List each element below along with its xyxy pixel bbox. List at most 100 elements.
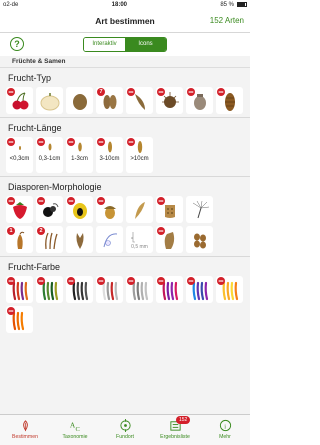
spiny-seed-option[interactable] xyxy=(66,226,93,253)
info-badge[interactable]: oo xyxy=(67,197,75,205)
acorn-option[interactable]: oo xyxy=(96,196,123,223)
info-badge[interactable]: oo xyxy=(7,138,15,146)
info-badge[interactable]: oo xyxy=(157,227,165,235)
info-badge[interactable]: 2 xyxy=(37,227,45,235)
color-option-mixed[interactable]: oo xyxy=(186,276,213,303)
help-button[interactable]: ? xyxy=(10,37,24,51)
scale-label: 0,5 mm xyxy=(131,243,148,250)
color-option-purple[interactable]: oo xyxy=(156,276,183,303)
arillus-option[interactable]: oo xyxy=(66,196,93,223)
status-bar: o2-de 18:00 85 % xyxy=(0,0,250,9)
pappus-icon xyxy=(192,200,209,218)
seed-size-icon xyxy=(77,142,82,152)
leaf-icon xyxy=(22,420,28,432)
nut-icon xyxy=(72,93,87,110)
tab-mehr[interactable]: i Mehr xyxy=(200,415,250,445)
section-frucht-farbe: Frucht-Farbe oo oo oo oo oo oo oo oo oo xyxy=(0,257,250,333)
pumpkin-option[interactable] xyxy=(36,87,63,114)
tab-label: Taxonomie xyxy=(62,434,88,440)
color-option-gray[interactable]: oo xyxy=(126,276,153,303)
info-badge[interactable]: oo xyxy=(67,138,75,146)
section-title: Frucht-Länge xyxy=(8,123,62,133)
capsule-option[interactable]: oo xyxy=(186,87,213,114)
color-option-brown[interactable]: oo xyxy=(6,306,33,333)
result-count-badge: 152 xyxy=(176,416,191,424)
info-badge[interactable]: oo xyxy=(37,277,45,285)
awned-seed-option[interactable]: 2 xyxy=(36,226,63,253)
taxonomy-icon: AC xyxy=(69,420,79,432)
mode-segmented-control: Interaktiv Icons xyxy=(83,36,167,52)
info-badge[interactable]: oo xyxy=(7,307,15,315)
length-option-2[interactable]: oo 0,3-1cm xyxy=(36,137,63,173)
species-count-button[interactable]: 152 Arten xyxy=(210,16,244,25)
cone-option[interactable]: oo xyxy=(216,87,243,114)
info-badge[interactable]: oo xyxy=(157,277,165,285)
status-right: 85 % xyxy=(220,2,247,8)
tab-fundort[interactable]: Fundort xyxy=(100,415,150,445)
seed-group-icon xyxy=(193,233,206,248)
section-title: Frucht-Typ xyxy=(8,73,52,83)
tab-taxonomie[interactable]: AC Taxonomie xyxy=(50,415,100,445)
info-badge[interactable]: oo xyxy=(67,277,75,285)
info-badge[interactable]: oo xyxy=(217,88,225,96)
seed-size-icon xyxy=(48,143,51,151)
info-badge[interactable]: oo xyxy=(217,277,225,285)
strawberry-option[interactable]: oo xyxy=(6,196,33,223)
tiny-seed-option[interactable] xyxy=(96,226,123,253)
svg-text:C: C xyxy=(75,426,79,432)
info-badge[interactable]: oo xyxy=(7,197,15,205)
section-title: Diasporen-Morphologie xyxy=(8,182,102,192)
nut-option[interactable] xyxy=(66,87,93,114)
flat-seed-option[interactable]: oo xyxy=(156,226,183,253)
tab-bestimmen[interactable]: Bestimmen xyxy=(0,415,50,445)
seed-group-option[interactable] xyxy=(186,226,213,253)
burr-option[interactable]: oo xyxy=(156,87,183,114)
info-badge[interactable]: oo xyxy=(187,88,195,96)
color-option-red[interactable]: oo xyxy=(6,276,33,303)
info-badge[interactable]: oo xyxy=(97,197,105,205)
info-badge[interactable]: oo xyxy=(37,197,45,205)
capsule-seeds-option[interactable]: oo xyxy=(156,196,183,223)
info-badge[interactable]: 1 xyxy=(7,227,15,235)
tab-bar: Bestimmen AC Taxonomie Fundort 152 Ergeb… xyxy=(0,414,250,445)
info-badge[interactable]: oo xyxy=(97,277,105,285)
segment-icons[interactable]: Icons xyxy=(125,37,166,51)
winged-seed-option[interactable] xyxy=(126,196,153,223)
dust-seed-option[interactable]: 0,5 mm xyxy=(126,226,153,253)
pod-option[interactable]: oo xyxy=(126,87,153,114)
info-badge[interactable]: oo xyxy=(127,88,135,96)
pappus-option[interactable] xyxy=(186,196,213,223)
length-label: >10cm xyxy=(130,156,149,162)
section-diasporen: Diasporen-Morphologie oo oo oo oo oo 1 2… xyxy=(0,177,250,257)
segment-interaktiv[interactable]: Interaktiv xyxy=(84,37,125,51)
length-option-1[interactable]: oo <0,3cm xyxy=(6,137,33,173)
info-badge[interactable]: oo xyxy=(127,138,135,146)
info-badge[interactable]: 7 xyxy=(97,88,105,96)
spiny-seed-icon xyxy=(75,232,84,249)
info-badge[interactable]: oo xyxy=(7,88,15,96)
trait-list[interactable]: Früchte & Samen Frucht-Typ oo 7 oo oo oo… xyxy=(0,56,250,414)
length-option-5[interactable]: oo >10cm xyxy=(126,137,153,173)
length-option-3[interactable]: oo 1-3cm xyxy=(66,137,93,173)
length-option-4[interactable]: oo 3-10cm xyxy=(96,137,123,173)
category-header: Früchte & Samen xyxy=(0,56,250,68)
split-fruit-option[interactable]: 7 xyxy=(96,87,123,114)
hooked-seed-option[interactable]: 1 xyxy=(6,226,33,253)
info-badge[interactable]: oo xyxy=(127,277,135,285)
seed-cluster-option[interactable]: oo xyxy=(36,196,63,223)
color-option-green[interactable]: oo xyxy=(36,276,63,303)
color-option-black[interactable]: oo xyxy=(66,276,93,303)
tab-ergebnisliste[interactable]: 152 Ergebnisliste xyxy=(150,415,200,445)
info-badge[interactable]: oo xyxy=(37,138,45,146)
cherry-option[interactable]: oo xyxy=(6,87,33,114)
color-option-white[interactable]: oo xyxy=(96,276,123,303)
info-badge[interactable]: oo xyxy=(97,138,105,146)
section-frucht-laenge: Frucht-Länge oo <0,3cm oo 0,3-1cm oo 1-3… xyxy=(0,118,250,177)
color-option-yellow[interactable]: oo xyxy=(216,276,243,303)
info-badge[interactable]: oo xyxy=(157,197,165,205)
clock: 18:00 xyxy=(111,1,128,8)
info-badge[interactable]: oo xyxy=(157,88,165,96)
length-label: 0,3-1cm xyxy=(38,156,61,162)
info-badge[interactable]: oo xyxy=(187,277,195,285)
info-badge[interactable]: oo xyxy=(7,277,15,285)
